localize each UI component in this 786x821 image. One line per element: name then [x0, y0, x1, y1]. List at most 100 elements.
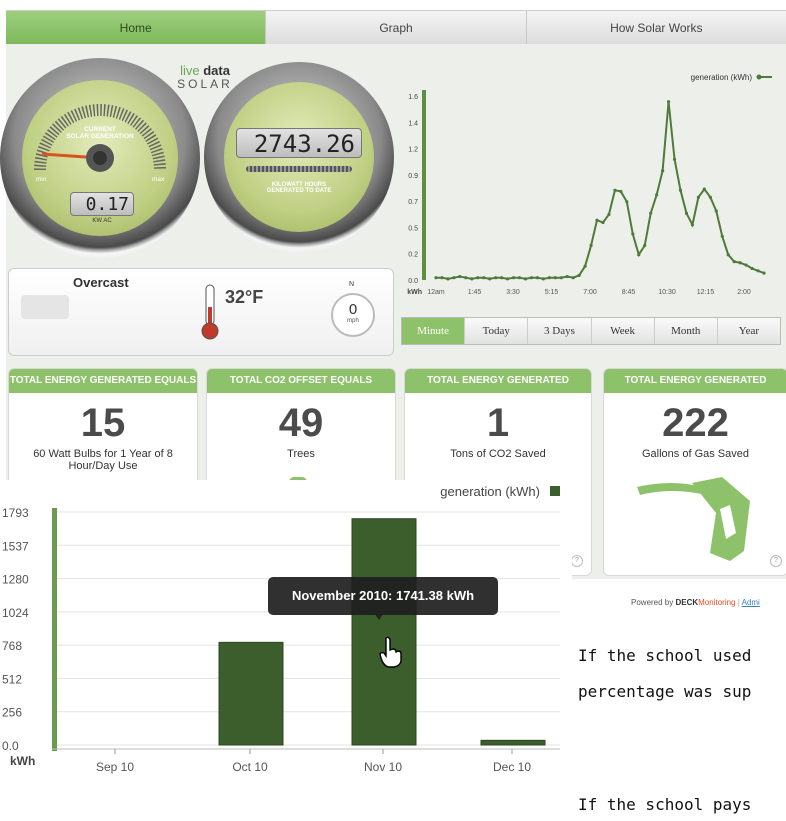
data-point — [565, 274, 569, 279]
data-point — [500, 276, 504, 280]
y-tick-label: 0.2 — [408, 252, 418, 259]
data-point — [655, 193, 659, 197]
data-point — [440, 276, 444, 280]
data-point — [607, 212, 611, 217]
current-kw-display: 0.17 — [70, 192, 134, 216]
range-month[interactable]: Month — [653, 318, 717, 344]
stat-card-bulbs: TOTAL ENERGY GENERATED EQUALS 15 60 Watt… — [8, 368, 198, 490]
progress-strip — [246, 166, 352, 172]
card-header: TOTAL ENERGY GENERATED EQUALS — [9, 369, 197, 393]
data-point — [732, 260, 736, 264]
data-point — [708, 195, 712, 199]
x-tick-label: 8:45 — [622, 289, 636, 296]
y-tick-label: 1280 — [2, 573, 29, 587]
data-point — [583, 264, 587, 268]
data-point — [452, 276, 456, 280]
data-point — [601, 220, 605, 225]
x-tick-label: 1:45 — [468, 289, 482, 296]
data-point — [517, 276, 522, 280]
bar-tooltip: November 2010: 1741.38 kWh — [268, 577, 498, 615]
bar-dec-10 — [480, 739, 546, 746]
card-description: Gallons of Gas Saved — [641, 448, 749, 460]
data-point — [559, 276, 563, 280]
range-minute[interactable]: Minute — [402, 318, 465, 344]
card-value: 49 — [278, 401, 324, 445]
data-point — [649, 211, 653, 215]
x-tick-label: Nov 10 — [364, 760, 402, 774]
data-point — [637, 253, 641, 257]
data-point — [690, 223, 695, 227]
data-point — [666, 100, 671, 104]
data-point — [547, 276, 551, 280]
top-nav: Home Graph How Solar Works — [6, 10, 786, 46]
data-point — [625, 200, 629, 204]
y-tick-label: 0.0 — [408, 278, 418, 285]
x-tick-label: 12:15 — [697, 289, 715, 296]
data-point — [613, 188, 617, 192]
data-point — [494, 276, 498, 280]
temperature: 32°F — [225, 287, 264, 307]
x-tick-label: 12am — [427, 289, 445, 296]
y-tick-label: 1537 — [2, 539, 29, 553]
data-point — [470, 277, 474, 281]
y-tick-label: 0.9 — [408, 173, 418, 180]
data-point — [571, 276, 575, 280]
data-point — [744, 263, 748, 267]
legend-label: generation (kWh) — [440, 484, 540, 499]
card-header: TOTAL CO2 OFFSET EQUALS — [207, 369, 395, 393]
card-value: 222 — [662, 401, 729, 445]
data-point — [714, 209, 718, 213]
gas-nozzle-icon — [637, 477, 750, 561]
document-text-line-1: If the school used — [578, 646, 752, 665]
y-unit-label: kWh — [407, 289, 422, 296]
range-week[interactable]: Week — [590, 318, 654, 344]
data-point — [702, 187, 706, 191]
weather-condition: Overcast — [73, 275, 129, 290]
document-text-line-2: percentage was sup — [578, 682, 752, 701]
tab-graph[interactable]: Graph — [265, 11, 526, 45]
y-tick-label: 1.4 — [408, 120, 418, 127]
wind-gauge: 0 mph — [331, 293, 375, 337]
x-tick-label: 5:15 — [545, 289, 559, 296]
data-point — [535, 276, 539, 280]
thermometer-icon — [201, 284, 219, 340]
data-point — [577, 273, 581, 277]
y-axis — [52, 508, 57, 751]
x-tick-label: 2:00 — [737, 289, 751, 296]
data-point — [434, 276, 438, 280]
bar-oct-10 — [218, 641, 284, 746]
card-description: Tons of CO2 Saved — [450, 448, 546, 460]
y-tick-label: 256 — [2, 706, 22, 720]
legend-marker — [756, 74, 762, 80]
y-tick-label: 1.2 — [408, 147, 418, 154]
x-tick-label: 7:00 — [583, 289, 597, 296]
help-icon[interactable]: ? — [770, 555, 782, 567]
current-generation-gauge: CURRENT SOLAR GENERATION min max 0.17 KW… — [0, 58, 200, 258]
y-unit-label: kWh — [10, 754, 35, 768]
admin-link[interactable]: Admi — [742, 598, 760, 607]
data-point — [523, 277, 528, 281]
data-point — [619, 189, 623, 194]
data-point — [661, 169, 665, 173]
generation-line-chart: generation (kWh) 1.6 1.4 1.2 0.9 0.7 0.5 0.2 0.0… — [407, 73, 772, 296]
stat-card-trees: TOTAL CO2 OFFSET EQUALS 49 Trees — [206, 368, 396, 490]
data-point — [511, 276, 516, 280]
tab-home[interactable]: Home — [6, 11, 266, 45]
data-point — [643, 243, 647, 248]
tab-how-solar-works[interactable]: How Solar Works — [525, 11, 786, 45]
help-icon[interactable]: ? — [571, 555, 583, 567]
range-3-days[interactable]: 3 Days — [527, 318, 591, 344]
data-point — [589, 243, 593, 248]
bar-nov-10 — [351, 518, 417, 746]
y-tick-label: 0.0 — [2, 739, 19, 753]
data-point — [553, 276, 557, 280]
y-tick-label: 1.6 — [408, 94, 418, 101]
data-point — [684, 211, 689, 215]
kw-ac-label: KW AC — [92, 218, 112, 224]
data-point — [482, 276, 486, 280]
range-today[interactable]: Today — [464, 318, 528, 344]
powered-by-footer: Powered by DECKMonitoring | Admi — [631, 598, 760, 607]
range-year[interactable]: Year — [716, 318, 781, 344]
data-point — [750, 266, 754, 271]
series-line — [436, 101, 765, 280]
